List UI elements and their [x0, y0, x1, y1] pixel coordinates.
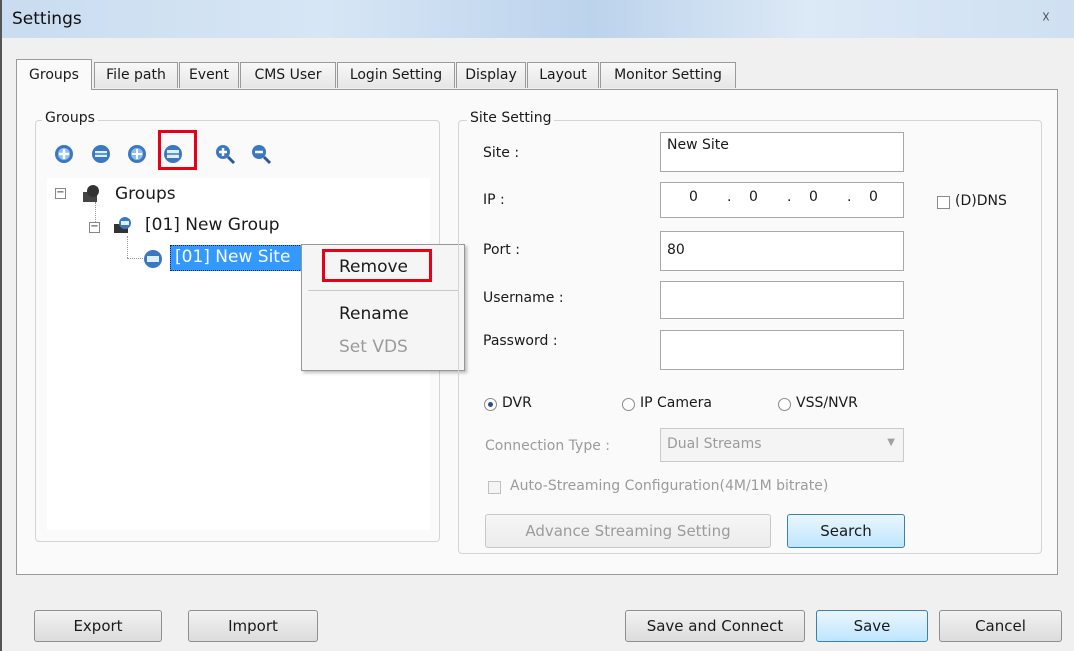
password-input[interactable] — [660, 330, 904, 370]
menu-item-rename[interactable]: Rename — [339, 304, 409, 324]
close-icon[interactable]: ☓ — [1042, 8, 1050, 26]
ip-octet[interactable]: 0 — [809, 189, 818, 205]
import-button[interactable]: Import — [188, 610, 318, 642]
collapse-toggle[interactable]: − — [89, 222, 100, 233]
ddns-checkbox[interactable] — [937, 196, 950, 209]
auto-streaming-checkbox — [488, 481, 501, 494]
ip-octet[interactable]: 0 — [689, 189, 698, 205]
port-label: Port : — [483, 242, 520, 258]
tree-line — [127, 236, 129, 258]
title-bar: Settings ☓ — [2, 0, 1074, 38]
radio-ip-camera[interactable] — [622, 398, 635, 411]
auto-streaming-label: Auto-Streaming Configuration(4M/1M bitra… — [510, 478, 829, 494]
collapse-toggle[interactable]: − — [55, 188, 66, 199]
site-input[interactable]: New Site — [660, 132, 904, 172]
groups-root-icon — [83, 185, 99, 202]
port-input[interactable]: 80 — [660, 231, 904, 271]
site-label: Site : — [483, 145, 520, 161]
ip-dot: . — [847, 189, 852, 205]
settings-window: Settings ☓ Groups File path Event CMS Us… — [0, 0, 1074, 651]
connection-type-label: Connection Type : — [485, 438, 610, 454]
tab-event[interactable]: Event — [179, 62, 239, 88]
radio-vss-nvr-label: VSS/NVR — [796, 395, 858, 411]
export-button[interactable]: Export — [34, 610, 162, 642]
window-title: Settings — [12, 9, 82, 29]
groups-legend: Groups — [42, 110, 98, 126]
username-label: Username : — [483, 290, 564, 306]
radio-dvr-label: DVR — [502, 395, 532, 411]
password-label: Password : — [483, 333, 558, 349]
tree-group-label[interactable]: [01] New Group — [145, 215, 280, 235]
tab-file-path[interactable]: File path — [94, 62, 178, 88]
radio-ip-camera-label: IP Camera — [640, 395, 712, 411]
tree-line — [127, 258, 143, 260]
tab-login-setting[interactable]: Login Setting — [337, 62, 455, 88]
tab-cms-user[interactable]: CMS User — [240, 62, 336, 88]
add-site-icon[interactable] — [90, 143, 112, 165]
site-icon — [144, 250, 162, 268]
tree-root-label[interactable]: Groups — [115, 184, 176, 204]
ip-label: IP : — [483, 192, 505, 208]
save-and-connect-button[interactable]: Save and Connect — [625, 610, 805, 642]
zoom-in-icon[interactable] — [214, 143, 236, 165]
advance-streaming-button: Advance Streaming Setting — [485, 514, 771, 548]
username-input[interactable] — [660, 281, 904, 319]
tab-layout[interactable]: Layout — [527, 62, 599, 88]
ip-octet[interactable]: 0 — [749, 189, 758, 205]
add-group-icon[interactable] — [53, 143, 75, 165]
menu-item-set-vds: Set VDS — [339, 337, 408, 357]
ddns-label: (D)DNS — [955, 193, 1007, 209]
ip-octet[interactable]: 0 — [869, 189, 878, 205]
chevron-down-icon: ▼ — [887, 437, 895, 448]
tree-site-label[interactable]: [01] New Site — [175, 247, 290, 267]
group-icon — [114, 217, 131, 233]
add-device-icon[interactable] — [126, 143, 148, 165]
radio-vss-nvr[interactable] — [778, 398, 791, 411]
search-button[interactable]: Search — [787, 514, 905, 548]
site-setting-legend: Site Setting — [467, 110, 555, 126]
menu-separator — [308, 290, 458, 291]
toolbar-highlight-box — [158, 130, 197, 170]
tab-display[interactable]: Display — [456, 62, 526, 88]
cancel-button[interactable]: Cancel — [939, 610, 1062, 642]
zoom-out-icon[interactable] — [250, 143, 272, 165]
tab-groups[interactable]: Groups — [16, 59, 92, 90]
ip-dot: . — [727, 189, 732, 205]
ip-dot: . — [787, 189, 792, 205]
remove-highlight-box — [322, 249, 432, 282]
connection-type-select: Dual Streams ▼ — [660, 428, 904, 462]
save-button[interactable]: Save — [816, 610, 928, 642]
tab-monitor-setting[interactable]: Monitor Setting — [600, 62, 736, 88]
ip-input[interactable]: 0 . 0 . 0 . 0 — [660, 182, 904, 218]
radio-dvr[interactable] — [484, 398, 497, 411]
connection-type-value: Dual Streams — [667, 436, 762, 452]
